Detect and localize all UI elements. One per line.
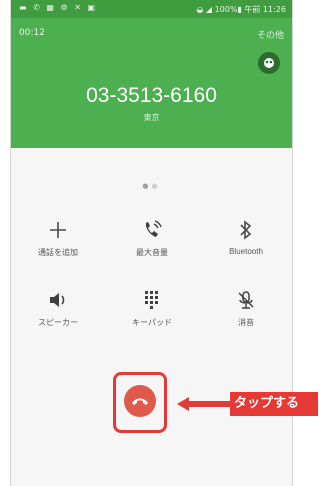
status-bar: ▬ ✆ ▦ ⚙ ✕ ▣ ◒ ◢ 100%▮ 午前 11:26: [11, 0, 292, 18]
keypad-label: キーパッド: [132, 318, 172, 327]
page-dot: ●: [151, 182, 161, 190]
mute-icon: ✕: [74, 3, 83, 12]
bluetooth-icon: [199, 218, 292, 242]
notification-icons: ▬ ✆ ▦ ⚙ ✕ ▣: [19, 3, 97, 12]
image-icon: ▣: [87, 3, 97, 12]
phone-number: 03-3513-6160: [86, 84, 217, 107]
extra-volume-label: 最大音量: [136, 248, 168, 257]
phone-icon: ✆: [33, 3, 42, 12]
page-indicator: ●●: [11, 182, 292, 190]
add-call-label: 通話を追加: [38, 248, 78, 257]
keypad-button[interactable]: キーパッド: [105, 288, 199, 328]
bluetooth-label: Bluetooth: [229, 247, 263, 256]
extra-volume-button[interactable]: 最大音量: [105, 218, 199, 258]
contact-icon[interactable]: [258, 52, 280, 74]
calendar-icon: ▦: [46, 3, 56, 12]
callout-arrow-icon: [177, 397, 231, 411]
add-call-button[interactable]: 通話を追加: [11, 218, 105, 258]
hangup-highlight: [113, 372, 167, 433]
volume-boost-icon: [105, 218, 199, 242]
mic-off-icon: [199, 288, 292, 312]
end-call-button[interactable]: [124, 385, 156, 417]
plus-icon: [11, 218, 105, 242]
gear-icon: ⚙: [60, 3, 70, 12]
wifi-icon: ◒: [196, 5, 204, 14]
end-call-icon: [132, 398, 148, 405]
call-header: 00:12 その他 03-3513-6160 東京: [11, 18, 292, 148]
speaker-icon: [11, 288, 105, 312]
speaker-button[interactable]: スピーカー: [11, 288, 105, 328]
caller-location: 東京: [143, 113, 160, 122]
page-dot-active: ●: [142, 182, 152, 190]
mute-button[interactable]: 消音: [199, 288, 292, 328]
message-icon: ▬: [19, 3, 29, 12]
status-text: 100%▮ 午前 11:26: [214, 5, 286, 14]
tap-callout: タップする: [230, 392, 318, 416]
status-right: ◒ ◢ 100%▮ 午前 11:26: [196, 4, 286, 15]
more-button[interactable]: その他: [257, 28, 284, 41]
call-timer: 00:12: [19, 28, 45, 38]
bluetooth-button[interactable]: Bluetooth: [199, 218, 292, 256]
call-controls-panel: ●● 通話を追加 最大音量 Bluetooth スピーカー キーパッド 消音: [11, 148, 292, 486]
keypad-icon: [105, 288, 199, 312]
signal-icon: ◢: [205, 5, 213, 14]
speaker-label: スピーカー: [38, 318, 78, 327]
mute-label: 消音: [238, 318, 254, 327]
